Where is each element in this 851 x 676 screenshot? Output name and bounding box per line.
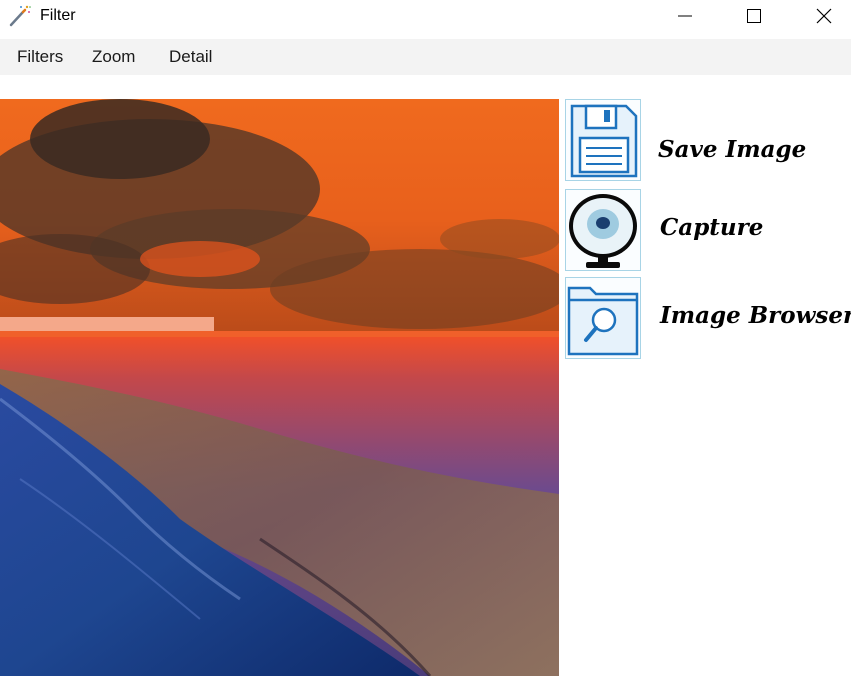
filtered-beach-photo bbox=[0, 99, 559, 676]
title-bar: Filter bbox=[0, 0, 851, 32]
maximize-icon bbox=[747, 9, 761, 23]
capture-button[interactable] bbox=[565, 189, 641, 271]
save-image-button[interactable] bbox=[565, 99, 641, 181]
menu-detail[interactable]: Detail bbox=[169, 47, 212, 67]
close-icon bbox=[816, 8, 832, 24]
folder-search-icon bbox=[567, 286, 639, 356]
menu-zoom[interactable]: Zoom bbox=[92, 47, 135, 67]
menu-bar: Filters Zoom Detail bbox=[0, 39, 851, 75]
close-button[interactable] bbox=[801, 0, 847, 32]
minimize-button[interactable] bbox=[662, 0, 708, 32]
capture-label[interactable]: Capture bbox=[660, 214, 763, 241]
maximize-button[interactable] bbox=[731, 0, 777, 32]
menu-filters[interactable]: Filters bbox=[17, 47, 63, 67]
save-image-label[interactable]: Save Image bbox=[658, 136, 806, 163]
minimize-icon bbox=[678, 15, 692, 17]
window-title: Filter bbox=[40, 7, 76, 24]
magic-wand-icon[interactable] bbox=[8, 4, 32, 28]
floppy-disk-icon bbox=[570, 104, 638, 178]
image-browser-button[interactable] bbox=[565, 277, 641, 359]
image-canvas[interactable] bbox=[0, 99, 559, 676]
webcam-icon bbox=[569, 194, 637, 268]
image-browser-label[interactable]: Image Browser bbox=[660, 302, 851, 329]
